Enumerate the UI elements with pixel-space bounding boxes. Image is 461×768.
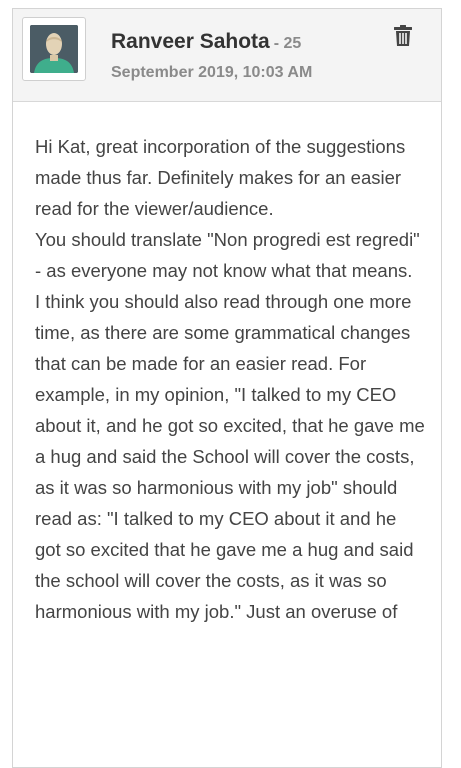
comment-card: Ranveer Sahota - 25 September 2019, 10:03… bbox=[12, 8, 442, 768]
comment-paragraph: Hi Kat, great incorporation of the sugge… bbox=[35, 136, 406, 219]
delete-button[interactable] bbox=[393, 25, 413, 47]
author-name: Ranveer Sahota - 25 bbox=[111, 30, 301, 54]
comment-paragraph: I think you should also read through one… bbox=[35, 291, 425, 622]
comment-timestamp: September 2019, 10:03 AM bbox=[111, 64, 313, 81]
trash-icon bbox=[394, 25, 412, 46]
user-silhouette-icon bbox=[30, 25, 78, 73]
author-name-text: Ranveer Sahota bbox=[111, 30, 270, 53]
comment-header: Ranveer Sahota - 25 September 2019, 10:03… bbox=[13, 9, 441, 102]
author-count: - 25 bbox=[273, 35, 302, 52]
comment-paragraph: You should translate "Non progredi est r… bbox=[35, 229, 420, 281]
comment-body: Hi Kat, great incorporation of the sugge… bbox=[35, 131, 427, 627]
avatar[interactable] bbox=[22, 17, 86, 81]
